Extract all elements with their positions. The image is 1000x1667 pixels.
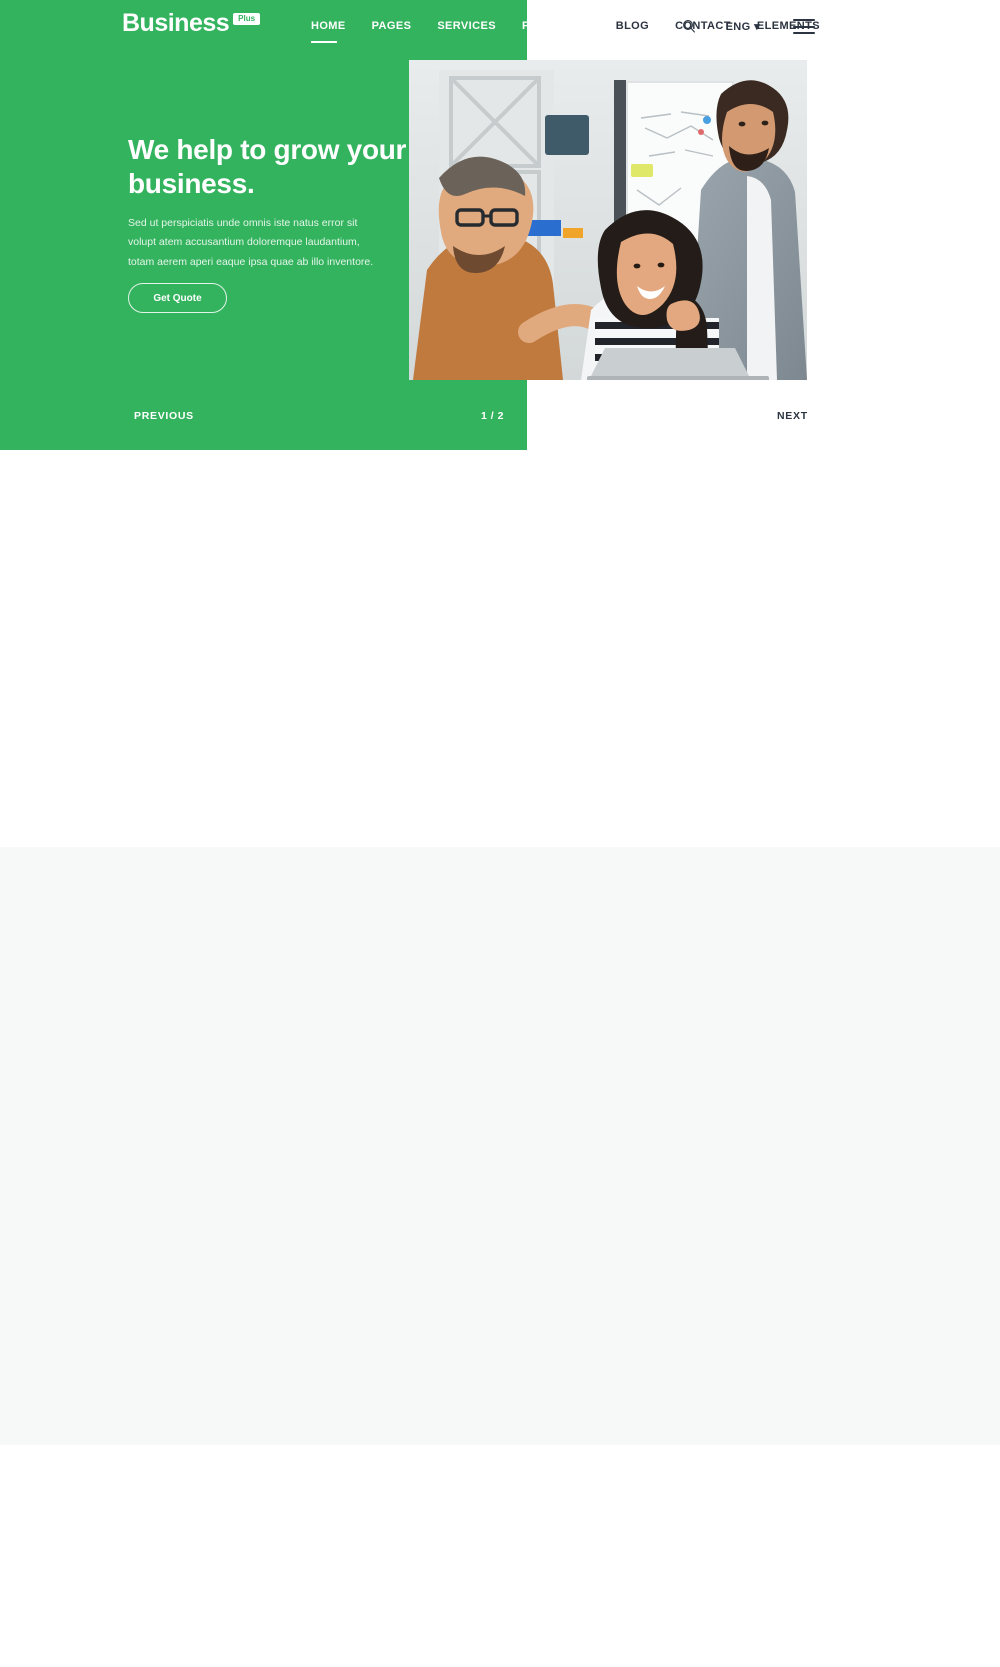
hero-photo-illustration [409, 60, 807, 380]
nav-item-blog[interactable]: BLOG [616, 20, 661, 32]
main-navbar: Business Plus HOME PAGES SERVICES PORTFO… [0, 0, 1000, 52]
nav-item-pages[interactable]: PAGES [372, 20, 424, 32]
brand-badge: Plus [233, 13, 261, 25]
slider-prev-button[interactable]: PREVIOUS [134, 410, 194, 422]
bottom-section [0, 1445, 1000, 1667]
hero-image [409, 60, 807, 380]
nav-item-portfolio[interactable]: PORTFOLIO [522, 20, 602, 32]
hero-subtitle: Sed ut perspiciatis unde omnis iste natu… [128, 217, 374, 268]
search-icon[interactable] [682, 19, 696, 33]
hero-slider-controls: PREVIOUS 1 / 2 NEXT [0, 385, 1000, 450]
hamburger-icon[interactable] [793, 19, 815, 34]
landing-page: Business Plus HOME PAGES SERVICES PORTFO… [0, 0, 1000, 1667]
services-section: OUR SERVICES We grow brands, Create expe… [0, 847, 1000, 1445]
about-section: ABOUT US We help you solve your informat… [0, 450, 1000, 1248]
language-selector[interactable]: ENG ▾ [726, 20, 760, 33]
slider-counter: 1 / 2 [481, 410, 504, 422]
navbar-utilities: ENG ▾ [682, 19, 760, 33]
brand-name: Business [122, 9, 230, 37]
nav-item-home[interactable]: HOME [311, 20, 358, 43]
language-label: ENG [725, 20, 751, 33]
nav-item-services[interactable]: SERVICES [437, 20, 508, 32]
slider-next-button[interactable]: NEXT [777, 410, 808, 422]
nav-links: HOME PAGES SERVICES PORTFOLIO BLOG CONTA… [311, 20, 846, 43]
get-quote-button[interactable]: Get Quote [128, 283, 227, 313]
chevron-down-icon: ▾ [754, 20, 760, 33]
hero-section: Business Plus HOME PAGES SERVICES PORTFO… [0, 0, 1000, 450]
brand-logo[interactable]: Business Plus [122, 9, 261, 37]
